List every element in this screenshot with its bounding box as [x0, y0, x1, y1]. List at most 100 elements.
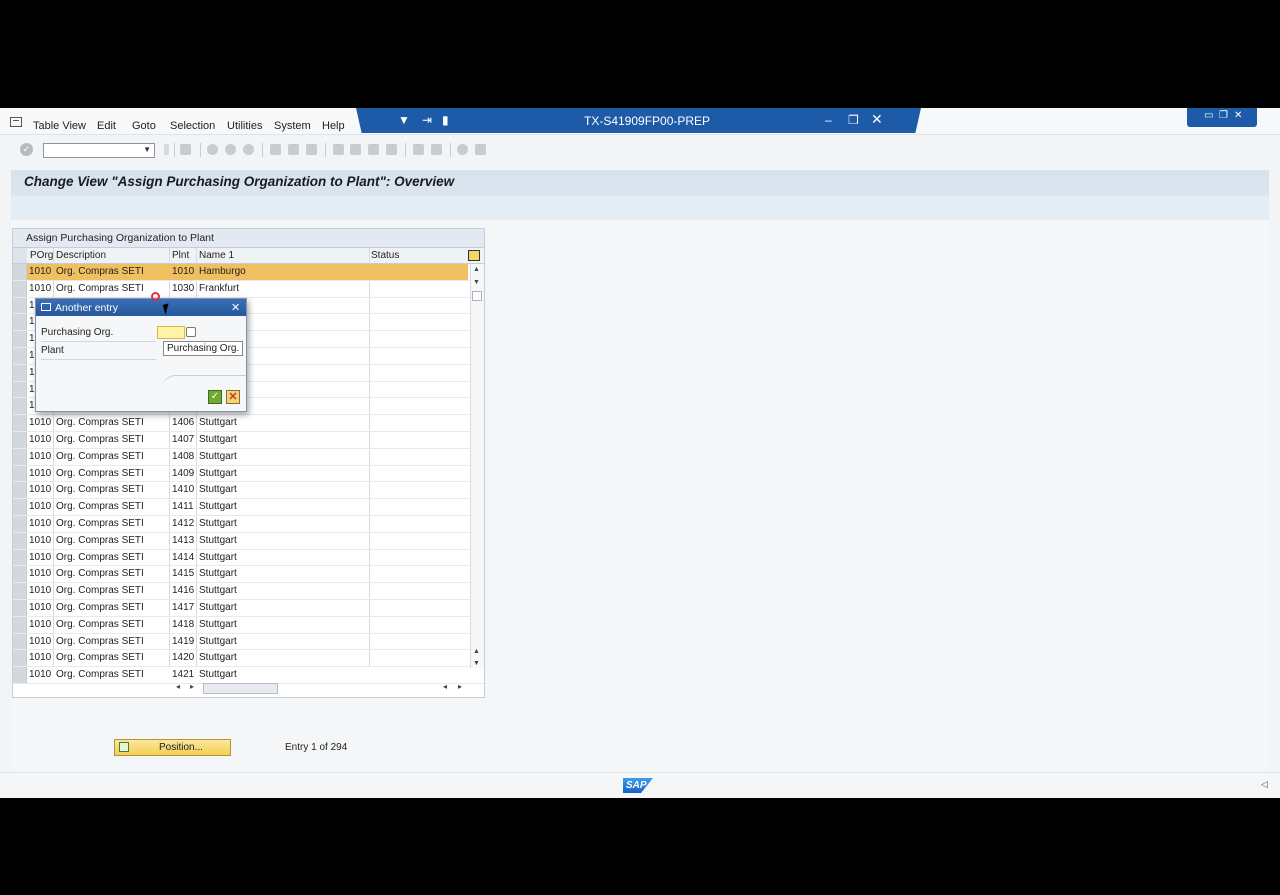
confirm-button[interactable]: ✓ — [208, 390, 222, 404]
next-page-icon[interactable] — [368, 144, 379, 155]
table-row[interactable]: 1010 Org. Compras SETI 1410 Stuttgart — [13, 482, 484, 500]
column-header-plnt[interactable]: Plnt — [172, 250, 189, 261]
row-selector[interactable] — [13, 415, 27, 431]
enter-icon[interactable]: ✓ — [20, 143, 33, 156]
print-icon[interactable] — [270, 144, 281, 155]
close-icon[interactable]: ✕ — [871, 111, 883, 128]
table-row[interactable]: 1010 Org. Compras SETI 1416 Stuttgart — [13, 583, 484, 600]
signal-icon[interactable]: ▮ — [442, 113, 449, 127]
scroll-page-down-icon[interactable]: ▼ — [473, 279, 480, 286]
row-selector[interactable] — [13, 314, 27, 331]
exit-icon[interactable] — [225, 144, 236, 155]
scroll-page-up-icon[interactable]: ▲ — [473, 648, 480, 655]
table-row[interactable]: 1010 Org. Compras SETI 1414 Stuttgart — [13, 549, 484, 567]
row-selector[interactable] — [13, 532, 27, 549]
row-selector[interactable] — [13, 566, 27, 583]
outer-minimize-icon[interactable]: ▭ — [1204, 110, 1213, 121]
horizontal-scrollbar[interactable]: ◂ ▸ ◂ ▸ — [173, 682, 473, 694]
table-row[interactable]: 1010 Org. Compras SETI 1407 Stuttgart — [13, 431, 484, 449]
value-help-icon[interactable] — [186, 327, 196, 337]
row-selector[interactable] — [13, 331, 27, 347]
column-header-porg[interactable]: POrg — [30, 250, 53, 261]
table-row[interactable]: 1010 Org. Compras SETI 1010 Hamburgo — [13, 264, 484, 281]
dropdown-icon[interactable]: ▼ — [398, 113, 410, 127]
outer-close-icon[interactable]: ✕ — [1234, 110, 1242, 121]
menu-table-view[interactable]: Table View — [33, 120, 86, 132]
row-selector[interactable] — [13, 465, 27, 482]
row-selector[interactable] — [13, 616, 27, 633]
column-header-description[interactable]: Description — [56, 250, 106, 261]
table-row[interactable]: 1010 Org. Compras SETI 1418 Stuttgart — [13, 616, 484, 634]
status-expand-icon[interactable]: ◁ — [1261, 779, 1268, 790]
table-row[interactable]: 1010 Org. Compras SETI 1415 Stuttgart — [13, 566, 484, 584]
purchasing-org-input[interactable] — [157, 326, 185, 339]
cancel-button[interactable]: ✕ — [226, 390, 240, 404]
table-row[interactable]: 1010 Org. Compras SETI 1408 Stuttgart — [13, 448, 484, 466]
scroll-down-icon[interactable]: ▼ — [473, 660, 480, 667]
table-row[interactable]: 1010 Org. Compras SETI 1420 Stuttgart — [13, 650, 484, 668]
vertical-scrollbar[interactable]: ▲ ▼ ▲ ▼ — [470, 264, 484, 668]
outer-restore-icon[interactable]: ❐ — [1219, 110, 1228, 121]
find-icon[interactable] — [288, 144, 299, 155]
scroll-thumb[interactable] — [472, 291, 482, 301]
first-page-icon[interactable] — [333, 144, 344, 155]
create-session-icon[interactable] — [413, 144, 424, 155]
row-selector[interactable] — [13, 297, 27, 314]
minimize-icon[interactable]: – — [825, 113, 832, 127]
row-selector[interactable] — [13, 364, 27, 381]
row-selector[interactable] — [13, 280, 27, 297]
menu-goto[interactable]: Goto — [132, 120, 156, 132]
position-button[interactable]: Position... — [114, 739, 231, 756]
scroll-up-icon[interactable]: ▲ — [473, 266, 480, 273]
menu-selection[interactable]: Selection — [170, 120, 215, 132]
menu-help[interactable]: Help — [322, 120, 345, 132]
back-icon[interactable] — [164, 144, 169, 155]
row-selector[interactable] — [13, 448, 27, 465]
restore-icon[interactable]: ❐ — [848, 113, 859, 127]
scroll-right-end-icon[interactable]: ▸ — [458, 682, 462, 691]
find-next-icon[interactable] — [306, 144, 317, 155]
table-row[interactable]: 1010 Org. Compras SETI 1419 Stuttgart — [13, 633, 484, 651]
row-selector[interactable] — [13, 431, 27, 448]
row-selector[interactable] — [13, 499, 27, 515]
shortcut-icon[interactable] — [431, 144, 442, 155]
scroll-right-icon[interactable]: ▸ — [190, 682, 194, 691]
table-row[interactable]: 1010 Org. Compras SETI 1412 Stuttgart — [13, 515, 484, 533]
row-selector[interactable] — [13, 549, 27, 566]
row-selector[interactable] — [13, 633, 27, 650]
customize-layout-icon[interactable] — [475, 144, 486, 155]
back-nav-icon[interactable] — [207, 144, 218, 155]
table-row[interactable]: 1010 Org. Compras SETI 1409 Stuttgart — [13, 465, 484, 483]
table-row[interactable]: 1010 Org. Compras SETI 1030 Frankfurt — [13, 280, 484, 298]
layout-icon[interactable]: ⇥ — [422, 113, 432, 127]
save-icon[interactable] — [180, 144, 191, 155]
row-selector[interactable] — [13, 264, 27, 280]
menu-system[interactable]: System — [274, 120, 311, 132]
row-selector[interactable] — [13, 381, 27, 398]
column-header-name[interactable]: Name 1 — [199, 250, 234, 261]
row-selector[interactable] — [13, 583, 27, 599]
hscroll-thumb[interactable] — [203, 683, 278, 694]
table-settings-icon[interactable] — [468, 250, 480, 261]
previous-page-icon[interactable] — [350, 144, 361, 155]
table-row[interactable]: 1010 Org. Compras SETI 1411 Stuttgart — [13, 499, 484, 516]
menu-utilities[interactable]: Utilities — [227, 120, 262, 132]
scroll-left-end-icon[interactable]: ◂ — [443, 682, 447, 691]
table-row[interactable]: 1010 Org. Compras SETI 1406 Stuttgart — [13, 415, 484, 432]
row-selector[interactable] — [13, 347, 27, 364]
app-menu-icon[interactable] — [10, 117, 22, 127]
select-all-cell[interactable] — [13, 248, 27, 263]
row-selector[interactable] — [13, 515, 27, 532]
table-row[interactable]: 1010 Org. Compras SETI 1413 Stuttgart — [13, 532, 484, 550]
row-selector[interactable] — [13, 482, 27, 499]
column-header-status[interactable]: Status — [371, 250, 399, 261]
cancel-icon[interactable] — [243, 144, 254, 155]
row-selector[interactable] — [13, 667, 27, 683]
table-row[interactable]: 1010 Org. Compras SETI 1417 Stuttgart — [13, 599, 484, 617]
row-selector[interactable] — [13, 650, 27, 667]
row-selector[interactable] — [13, 398, 27, 415]
scroll-left-icon[interactable]: ◂ — [176, 682, 180, 691]
row-selector[interactable] — [13, 599, 27, 616]
help-icon[interactable] — [457, 144, 468, 155]
menu-edit[interactable]: Edit — [97, 120, 116, 132]
